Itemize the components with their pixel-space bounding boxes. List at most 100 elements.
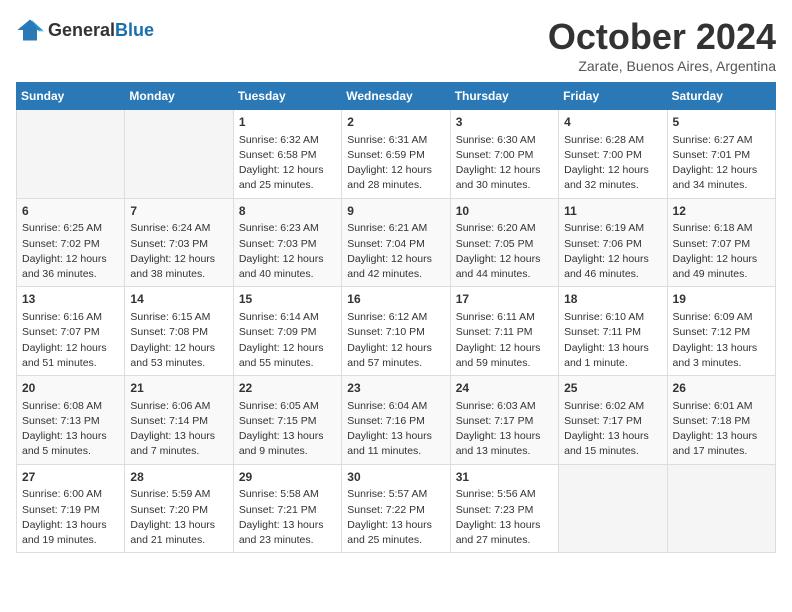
day-number: 22: [239, 380, 336, 397]
calendar-cell: 18Sunrise: 6:10 AM Sunset: 7:11 PM Dayli…: [559, 287, 667, 376]
day-number: 16: [347, 291, 444, 308]
day-info: Sunrise: 6:09 AM Sunset: 7:12 PM Dayligh…: [673, 310, 770, 371]
calendar-cell: 17 Sunrise: 6:11 AM Sunset: 7:11 PM Dayli…: [450, 287, 558, 376]
day-info: Sunrise: 5:56 AM Sunset: 7:23 PM Dayligh…: [456, 487, 553, 548]
week-row-5: 27Sunrise: 6:00 AM Sunset: 7:19 PM Dayli…: [17, 464, 776, 553]
day-number: 25: [564, 380, 661, 397]
day-number: 30: [347, 469, 444, 486]
day-info: Sunrise: 6:23 AM Sunset: 7:03 PM Dayligh…: [239, 221, 336, 282]
day-number: 31: [456, 469, 553, 486]
day-info: Sunrise: 6:21 AM Sunset: 7:04 PM Dayligh…: [347, 221, 444, 282]
day-info: Sunrise: 6:14 AM Sunset: 7:09 PM Dayligh…: [239, 310, 336, 371]
day-info: Sunrise: 6:30 AM Sunset: 7:00 PM Dayligh…: [456, 133, 553, 194]
day-info: Sunrise: 6:00 AM Sunset: 7:19 PM Dayligh…: [22, 487, 119, 548]
day-number: 18: [564, 291, 661, 308]
calendar-cell: 21 Sunrise: 6:06 AM Sunset: 7:14 PM Dayli…: [125, 376, 233, 465]
day-info: Sunrise: 6:27 AM Sunset: 7:01 PM Dayligh…: [673, 133, 770, 194]
calendar-cell: 24 Sunrise: 6:03 AM Sunset: 7:17 PM Dayli…: [450, 376, 558, 465]
week-row-4: 20Sunrise: 6:08 AM Sunset: 7:13 PM Dayli…: [17, 376, 776, 465]
calendar-cell: 15 Sunrise: 6:14 AM Sunset: 7:09 PM Dayli…: [233, 287, 341, 376]
calendar-body: 1 Sunrise: 6:32 AM Sunset: 6:58 PM Daylig…: [17, 110, 776, 553]
calendar-cell: 26 Sunrise: 6:01 AM Sunset: 7:18 PM Dayli…: [667, 376, 775, 465]
weekday-header-monday: Monday: [125, 83, 233, 110]
calendar-cell: 8Sunrise: 6:23 AM Sunset: 7:03 PM Daylig…: [233, 198, 341, 287]
day-info: Sunrise: 6:05 AM Sunset: 7:15 PM Dayligh…: [239, 399, 336, 460]
page-header: GeneralBlue October 2024 Zarate, Buenos …: [16, 16, 776, 74]
calendar-cell: 14Sunrise: 6:15 AM Sunset: 7:08 PM Dayli…: [125, 287, 233, 376]
calendar-cell: 12Sunrise: 6:18 AM Sunset: 7:07 PM Dayli…: [667, 198, 775, 287]
week-row-1: 1 Sunrise: 6:32 AM Sunset: 6:58 PM Daylig…: [17, 110, 776, 199]
calendar-cell: 28Sunrise: 5:59 AM Sunset: 7:20 PM Dayli…: [125, 464, 233, 553]
day-info: Sunrise: 6:20 AM Sunset: 7:05 PM Dayligh…: [456, 221, 553, 282]
calendar-cell: 19 Sunrise: 6:09 AM Sunset: 7:12 PM Dayli…: [667, 287, 775, 376]
weekday-header-sunday: Sunday: [17, 83, 125, 110]
day-number: 28: [130, 469, 227, 486]
logo: GeneralBlue: [16, 16, 154, 44]
day-info: Sunrise: 6:08 AM Sunset: 7:13 PM Dayligh…: [22, 399, 119, 460]
calendar-cell: [17, 110, 125, 199]
calendar-cell: 16 Sunrise: 6:12 AM Sunset: 7:10 PM Dayli…: [342, 287, 450, 376]
day-info: Sunrise: 6:02 AM Sunset: 7:17 PM Dayligh…: [564, 399, 661, 460]
logo-icon: [16, 16, 44, 44]
day-number: 14: [130, 291, 227, 308]
day-number: 10: [456, 203, 553, 220]
calendar-cell: [667, 464, 775, 553]
calendar-cell: 25 Sunrise: 6:02 AM Sunset: 7:17 PM Dayli…: [559, 376, 667, 465]
day-info: Sunrise: 6:16 AM Sunset: 7:07 PM Dayligh…: [22, 310, 119, 371]
calendar-cell: [559, 464, 667, 553]
week-row-3: 13 Sunrise: 6:16 AM Sunset: 7:07 PM Dayli…: [17, 287, 776, 376]
day-number: 1: [239, 114, 336, 131]
logo-blue: Blue: [115, 20, 154, 40]
day-info: Sunrise: 6:24 AM Sunset: 7:03 PM Dayligh…: [130, 221, 227, 282]
weekday-header-row: SundayMondayTuesdayWednesdayThursdayFrid…: [17, 83, 776, 110]
day-info: Sunrise: 6:03 AM Sunset: 7:17 PM Dayligh…: [456, 399, 553, 460]
calendar-cell: 3Sunrise: 6:30 AM Sunset: 7:00 PM Daylig…: [450, 110, 558, 199]
day-info: Sunrise: 6:25 AM Sunset: 7:02 PM Dayligh…: [22, 221, 119, 282]
weekday-header-saturday: Saturday: [667, 83, 775, 110]
day-number: 17: [456, 291, 553, 308]
day-info: Sunrise: 5:59 AM Sunset: 7:20 PM Dayligh…: [130, 487, 227, 548]
calendar-cell: 5 Sunrise: 6:27 AM Sunset: 7:01 PM Daylig…: [667, 110, 775, 199]
day-number: 13: [22, 291, 119, 308]
calendar-cell: 30Sunrise: 5:57 AM Sunset: 7:22 PM Dayli…: [342, 464, 450, 553]
day-info: Sunrise: 6:01 AM Sunset: 7:18 PM Dayligh…: [673, 399, 770, 460]
day-number: 19: [673, 291, 770, 308]
calendar-cell: 13 Sunrise: 6:16 AM Sunset: 7:07 PM Dayli…: [17, 287, 125, 376]
calendar-cell: 4Sunrise: 6:28 AM Sunset: 7:00 PM Daylig…: [559, 110, 667, 199]
weekday-header-friday: Friday: [559, 83, 667, 110]
day-info: Sunrise: 5:57 AM Sunset: 7:22 PM Dayligh…: [347, 487, 444, 548]
day-info: Sunrise: 6:11 AM Sunset: 7:11 PM Dayligh…: [456, 310, 553, 371]
day-number: 24: [456, 380, 553, 397]
logo-general: General: [48, 20, 115, 40]
day-number: 5: [673, 114, 770, 131]
day-number: 7: [130, 203, 227, 220]
calendar-cell: 11Sunrise: 6:19 AM Sunset: 7:06 PM Dayli…: [559, 198, 667, 287]
day-info: Sunrise: 6:32 AM Sunset: 6:58 PM Dayligh…: [239, 133, 336, 194]
calendar-cell: 20Sunrise: 6:08 AM Sunset: 7:13 PM Dayli…: [17, 376, 125, 465]
day-number: 9: [347, 203, 444, 220]
day-info: Sunrise: 6:06 AM Sunset: 7:14 PM Dayligh…: [130, 399, 227, 460]
title-block: October 2024 Zarate, Buenos Aires, Argen…: [548, 16, 776, 74]
day-info: Sunrise: 6:18 AM Sunset: 7:07 PM Dayligh…: [673, 221, 770, 282]
day-number: 26: [673, 380, 770, 397]
day-number: 27: [22, 469, 119, 486]
calendar-cell: 10Sunrise: 6:20 AM Sunset: 7:05 PM Dayli…: [450, 198, 558, 287]
day-number: 11: [564, 203, 661, 220]
calendar-cell: 31Sunrise: 5:56 AM Sunset: 7:23 PM Dayli…: [450, 464, 558, 553]
weekday-header-tuesday: Tuesday: [233, 83, 341, 110]
day-number: 4: [564, 114, 661, 131]
weekday-header-thursday: Thursday: [450, 83, 558, 110]
calendar-cell: 7Sunrise: 6:24 AM Sunset: 7:03 PM Daylig…: [125, 198, 233, 287]
calendar-cell: 23Sunrise: 6:04 AM Sunset: 7:16 PM Dayli…: [342, 376, 450, 465]
day-number: 15: [239, 291, 336, 308]
day-number: 23: [347, 380, 444, 397]
calendar-cell: 9Sunrise: 6:21 AM Sunset: 7:04 PM Daylig…: [342, 198, 450, 287]
day-number: 21: [130, 380, 227, 397]
day-info: Sunrise: 5:58 AM Sunset: 7:21 PM Dayligh…: [239, 487, 336, 548]
day-info: Sunrise: 6:19 AM Sunset: 7:06 PM Dayligh…: [564, 221, 661, 282]
week-row-2: 6Sunrise: 6:25 AM Sunset: 7:02 PM Daylig…: [17, 198, 776, 287]
calendar-cell: 1 Sunrise: 6:32 AM Sunset: 6:58 PM Daylig…: [233, 110, 341, 199]
calendar-cell: 2Sunrise: 6:31 AM Sunset: 6:59 PM Daylig…: [342, 110, 450, 199]
month-title: October 2024: [548, 16, 776, 58]
day-info: Sunrise: 6:12 AM Sunset: 7:10 PM Dayligh…: [347, 310, 444, 371]
